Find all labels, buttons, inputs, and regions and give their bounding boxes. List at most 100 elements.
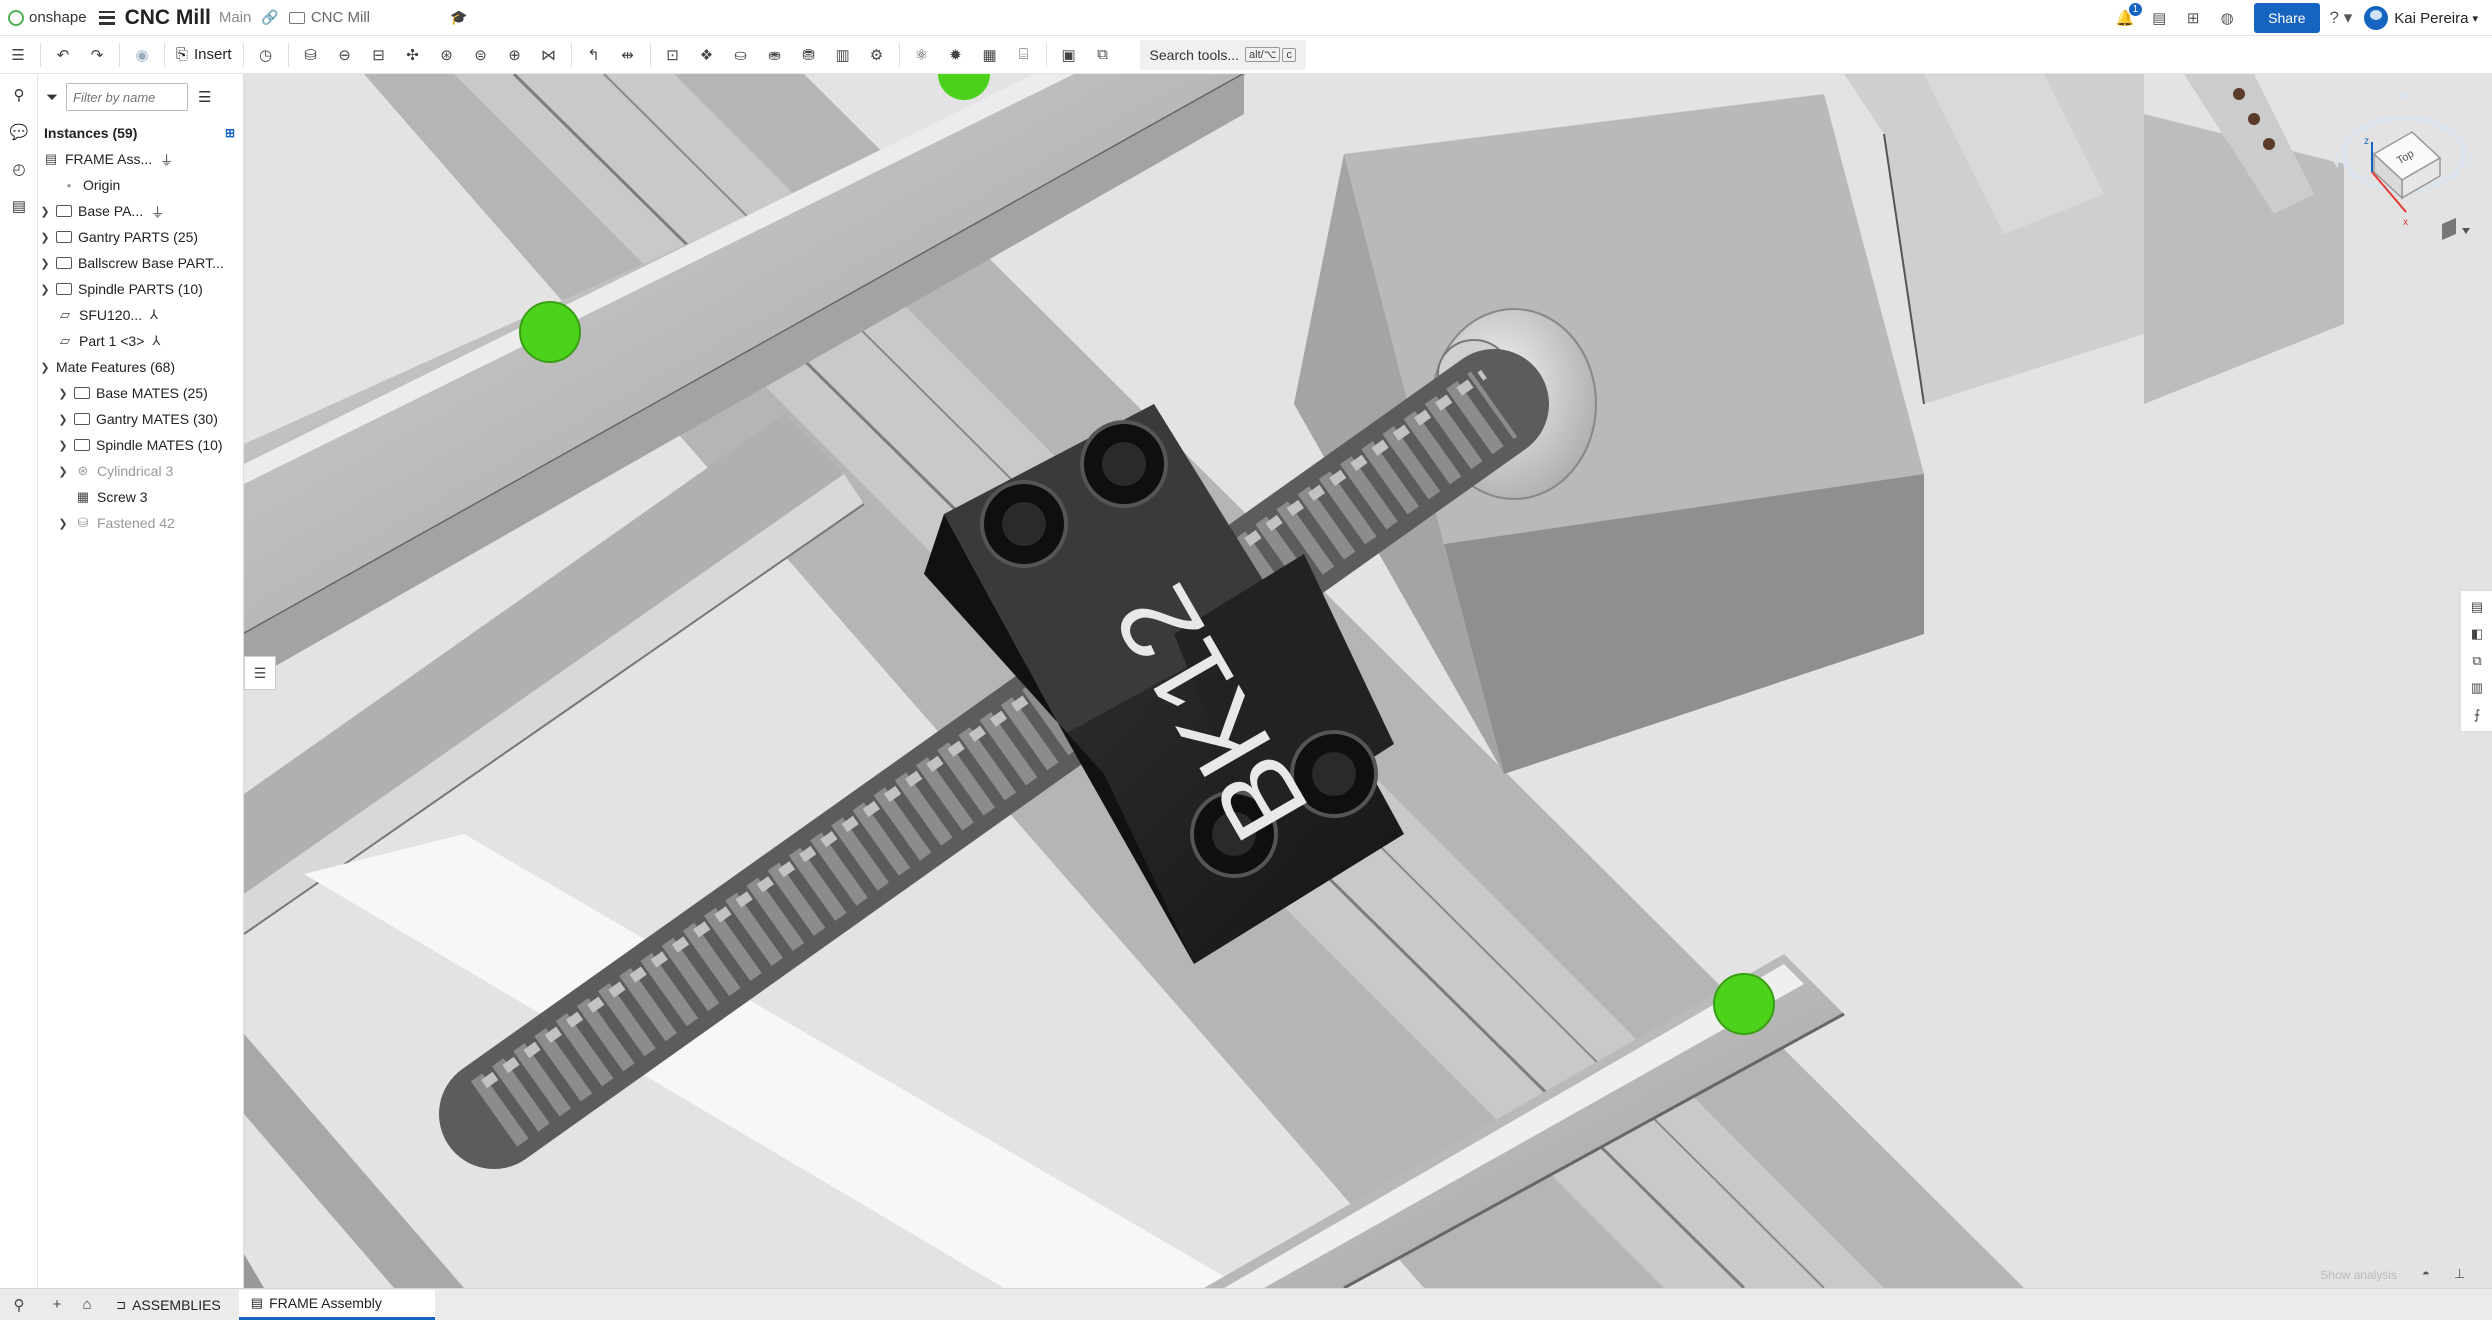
undo-icon[interactable]: ↶ [51,43,75,67]
list-item[interactable]: ▱ SFU120... ⅄ [38,302,243,328]
history-icon[interactable]: ◴ [8,158,30,180]
gear-relation-icon[interactable]: ⛀ [729,43,753,67]
insert-button[interactable]: ⎘ Insert [176,46,232,63]
appearance-icon[interactable]: ◧ [2466,623,2488,645]
mate-connector-icon[interactable]: ⊡ [661,43,685,67]
tangent-mate-icon[interactable]: ↰ [582,43,606,67]
list-item[interactable]: ❯ Gantry PARTS (25) [38,224,243,250]
learning-center-icon[interactable]: ◍ [2216,7,2238,29]
mate-marker[interactable] [1713,973,1775,1035]
compare-icon[interactable]: ⧉ [1091,43,1115,67]
table-icon[interactable]: ▦ [978,43,1002,67]
chevron-right-icon[interactable]: ❯ [38,205,52,218]
chevron-down-icon[interactable]: ❯ [38,361,52,374]
notifications-bell-icon[interactable]: 🔔 1 [2114,3,2143,29]
list-item[interactable]: ❯ Ballscrew Base PART... [38,250,243,276]
linear-relation-icon[interactable]: ▥ [831,43,855,67]
revolute-mate-icon[interactable]: ⊖ [333,43,357,67]
chevron-right-icon[interactable]: ❯ [38,257,52,270]
properties-icon[interactable]: ▤ [2466,596,2488,618]
bom-icon[interactable]: ▤ [8,195,30,217]
home-icon[interactable]: ⌂ [76,1294,98,1316]
slider-mate-icon[interactable]: ⊟ [367,43,391,67]
app-store-icon[interactable]: ⊞ [2182,7,2204,29]
chevron-right-icon[interactable]: ❯ [56,517,70,530]
comments-icon[interactable]: 💬 [8,121,30,143]
mate-marker[interactable] [519,301,581,363]
screw-relation-icon[interactable]: ⛃ [797,43,821,67]
list-item[interactable]: ▤ FRAME Ass... ⏚ [38,146,243,172]
tab-frame-assembly[interactable]: ▤ FRAME Assembly [238,1289,435,1320]
list-item[interactable]: ❯ Base PA... ⏚ [38,198,243,224]
parallel-mate-icon[interactable]: ⋈ [537,43,561,67]
folder-breadcrumb[interactable]: CNC Mill [288,9,371,26]
planar-mate-icon[interactable]: ✣ [401,43,425,67]
assembly-render[interactable]: BK12 Top x z [244,74,2492,1288]
cylindrical-mate-icon[interactable]: ⊛ [435,43,459,67]
filter-icon[interactable]: ⏷ [46,89,58,106]
list-item[interactable]: ▦ Screw 3 [38,484,243,510]
chevron-right-icon[interactable]: ❯ [56,465,70,478]
pin-slot-mate-icon[interactable]: ⊜ [469,43,493,67]
instance-list-icon[interactable]: ⚲ [8,84,30,106]
search-tools-button[interactable]: Search tools... alt/⌥ c [1139,39,1306,70]
chevron-right-icon[interactable]: ❯ [56,439,70,452]
list-view-icon[interactable]: ☰ [198,88,211,106]
list-item[interactable]: ▱ Part 1 <3> ⅄ [38,328,243,354]
section-view-icon[interactable]: ⌸ [1012,43,1036,67]
share-button[interactable]: Share [2254,3,2320,33]
list-item[interactable]: ❯ Gantry MATES (30) [38,406,243,432]
graphics-viewport[interactable]: BK12 Top x z [244,74,2492,1288]
add-tab-icon[interactable]: + [46,1294,68,1316]
chevron-right-icon[interactable]: ❯ [56,413,70,426]
filter-input[interactable] [66,83,189,111]
redo-icon[interactable]: ↷ [85,43,109,67]
help-glyph: ? [2329,8,2339,27]
ball-mate-icon[interactable]: ⊕ [503,43,527,67]
list-item[interactable]: ● Origin [38,172,243,198]
tab-assemblies-folder[interactable]: ⊐ ASSEMBLIES [104,1290,233,1320]
fastened-mate-icon[interactable]: ⛁ [299,43,323,67]
replicate-icon[interactable]: ◷ [254,43,278,67]
pattern-icon[interactable]: ⚙ [865,43,889,67]
mate-features-heading[interactable]: ❯ Mate Features (68) [38,354,243,380]
document-title[interactable]: CNC Mill [125,6,211,30]
variables-icon[interactable]: ⨍ [2466,704,2488,726]
list-item[interactable]: ❯ ⛁ Fastened 42 [38,510,243,536]
section-tool-icon[interactable]: ⊥ [2454,1266,2474,1284]
document-list-icon[interactable]: ▤ [2148,7,2170,29]
explode-icon[interactable]: ⚛ [910,43,934,67]
menu-icon[interactable] [98,10,115,25]
measure-icon[interactable]: ▣ [1057,43,1081,67]
chevron-right-icon[interactable]: ❯ [56,387,70,400]
rack-pinion-icon[interactable]: ⛂ [763,43,787,67]
show-analysis-link[interactable]: Show analysis [2320,1268,2397,1282]
chevron-down-icon: ▾ [2472,12,2478,25]
new-folder-icon[interactable]: ⊞ [225,126,235,140]
list-item[interactable]: ❯ Spindle MATES (10) [38,432,243,458]
gear-settings-icon[interactable]: ✹ [944,43,968,67]
bom-panel-icon[interactable]: ▥ [2466,677,2488,699]
tab-manager-icon[interactable]: ⚲ [8,1294,30,1316]
history-icon[interactable]: ◉ [130,43,154,67]
folder-label: CNC Mill [310,9,371,26]
folder-icon [56,205,72,217]
list-item[interactable]: ❯ Spindle PARTS (10) [38,276,243,302]
cylindrical-mate-icon: ⊛ [77,463,89,478]
help-menu-icon[interactable]: ? ▾ [2330,8,2353,28]
panel-toggle-icon[interactable]: ☰ [244,656,276,690]
width-mate-icon[interactable]: ⇹ [616,43,640,67]
configurations-icon[interactable]: ⧉ [2466,650,2488,672]
group-icon[interactable]: ❖ [695,43,719,67]
onshape-logo[interactable]: onshape [8,9,87,26]
education-icon[interactable]: 🎓 [450,9,467,26]
list-item[interactable]: ❯ ⊛ Cylindrical 3 [38,458,243,484]
chevron-right-icon[interactable]: ❯ [38,231,52,244]
branch-name[interactable]: Main [219,9,252,26]
render-mode-icon[interactable]: ◓ [2422,1266,2442,1284]
link-icon[interactable]: 🔗 [261,9,278,26]
list-item[interactable]: ❯ Base MATES (25) [38,380,243,406]
feature-list-toggle-icon[interactable]: ☰ [6,43,30,67]
user-menu[interactable]: Kai Pereira ▾ [2364,6,2478,30]
chevron-right-icon[interactable]: ❯ [38,283,52,296]
